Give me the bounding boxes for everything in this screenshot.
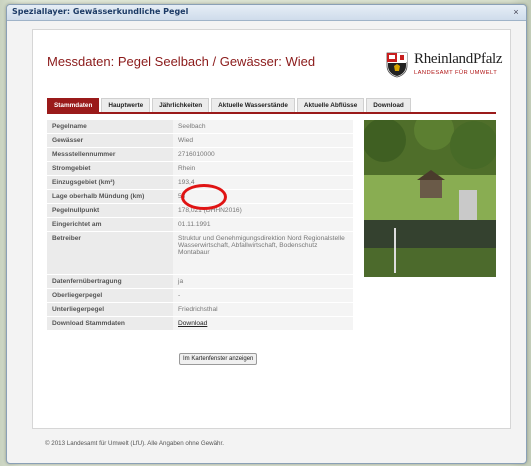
row-value: Rhein — [173, 161, 353, 176]
row-key: Pegelname — [47, 120, 173, 134]
row-key: Datenfernübertragung — [47, 274, 173, 289]
tab-aktuelle-abfluesse[interactable]: Aktuelle Abflüsse — [296, 98, 365, 112]
tab-underline — [47, 112, 496, 114]
window-titlebar[interactable]: Speziallayer: Gewässerkundliche Pegel × — [7, 5, 526, 21]
logo-subtitle: LANDESAMT FÜR UMWELT — [414, 70, 498, 76]
row-key: Pegelnullpunkt — [47, 203, 173, 218]
window-title: Speziallayer: Gewässerkundliche Pegel — [12, 7, 189, 16]
footer-copyright: © 2013 Landesamt für Umwelt (LfU). Alle … — [45, 440, 224, 447]
close-icon[interactable]: × — [511, 7, 521, 17]
row-value: Struktur und Genehmigungsdirektion Nord … — [173, 231, 353, 275]
tab-bar: Stammdaten Hauptwerte Jährlichkeiten Akt… — [47, 98, 413, 112]
tab-hauptwerte[interactable]: Hauptwerte — [101, 98, 151, 112]
row-value: 01.11.1991 — [173, 217, 353, 232]
page-title: Messdaten: Pegel Seelbach / Gewässer: Wi… — [47, 54, 316, 69]
row-key: Einzugsgebiet (km²) — [47, 175, 173, 190]
row-value: - — [173, 288, 353, 303]
table-row: Stromgebiet Rhein — [47, 161, 353, 176]
show-in-map-button[interactable]: Im Kartenfenster anzeigen — [179, 353, 258, 365]
row-key: Messstellennummer — [47, 147, 173, 162]
table-row: Oberliegerpegel - — [47, 288, 353, 303]
row-key: Lage oberhalb Mündung (km) — [47, 189, 173, 204]
row-value: ja — [173, 274, 353, 289]
table-row: Datenfernübertragung ja — [47, 274, 353, 289]
content-panel: Messdaten: Pegel Seelbach / Gewässer: Wi… — [32, 29, 511, 429]
row-key: Oberliegerpegel — [47, 288, 173, 303]
tab-jaehrlichkeiten[interactable]: Jährlichkeiten — [152, 98, 210, 112]
table-row: Messstellennummer 2716010000 — [47, 147, 353, 162]
row-value: Wied — [173, 133, 353, 148]
table-row: Gewässer Wied — [47, 133, 353, 148]
tab-download[interactable]: Download — [366, 98, 411, 112]
tab-stammdaten[interactable]: Stammdaten — [47, 98, 100, 112]
coat-of-arms-icon — [386, 52, 408, 78]
row-value: Seelbach — [173, 120, 353, 134]
row-value: Friedrichsthal — [173, 302, 353, 317]
tab-aktuelle-wasserstaende[interactable]: Aktuelle Wasserstände — [211, 98, 295, 112]
table-row: Unterliegerpegel Friedrichsthal — [47, 302, 353, 317]
row-key: Download Stammdaten — [47, 316, 173, 331]
row-value: 2716010000 — [173, 147, 353, 162]
row-key: Gewässer — [47, 133, 173, 148]
row-key: Eingerichtet am — [47, 217, 173, 232]
annotation-circle — [181, 184, 227, 210]
download-link[interactable]: Download — [178, 320, 207, 327]
row-key: Betreiber — [47, 231, 173, 275]
logo-brand: RheinlandPfalz — [414, 51, 503, 67]
rlp-logo: RheinlandPfalz LANDESAMT FÜR UMWELT — [386, 48, 503, 82]
row-key: Unterliegerpegel — [47, 302, 173, 317]
popup-window: Speziallayer: Gewässerkundliche Pegel × … — [6, 4, 527, 464]
table-row: Eingerichtet am 01.11.1991 — [47, 217, 353, 232]
stammdaten-table: Pegelname Seelbach Gewässer Wied Messstell… — [47, 120, 353, 331]
row-key: Stromgebiet — [47, 161, 173, 176]
table-row: Betreiber Struktur und Genehmigungsdirekt… — [47, 231, 353, 275]
table-row: Pegelname Seelbach — [47, 120, 353, 134]
table-row: Download Stammdaten Download — [47, 316, 353, 331]
gauge-station-photo — [364, 120, 496, 277]
row-value: Download — [173, 316, 353, 331]
